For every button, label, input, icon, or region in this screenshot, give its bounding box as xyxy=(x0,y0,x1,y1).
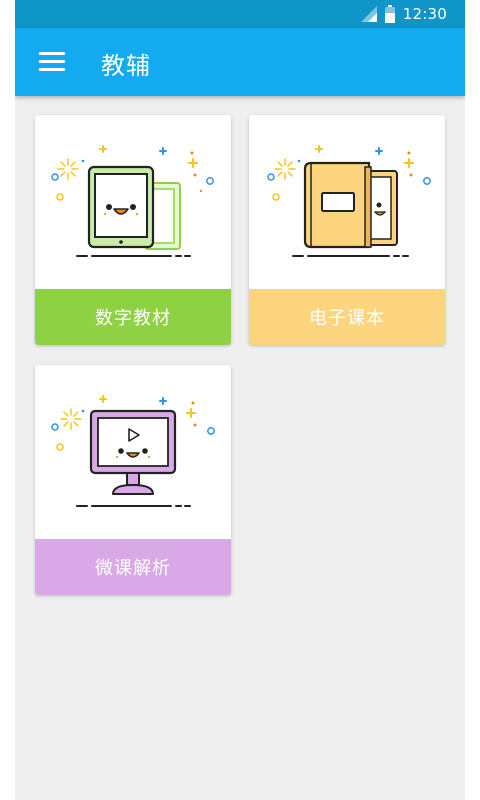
tablet-icon xyxy=(51,145,214,257)
battery-icon xyxy=(384,5,395,23)
app-window: 12:30 教辅 数字教材 电子课本 微课解析 xyxy=(15,0,465,800)
signal-icon xyxy=(360,6,377,22)
card-label: 微课解析 xyxy=(35,539,231,595)
status-bar: 12:30 xyxy=(15,0,465,28)
status-icons: 12:30 xyxy=(360,4,447,24)
book-icon xyxy=(267,145,431,257)
page-title: 教辅 xyxy=(101,52,151,80)
card-e-textbook[interactable]: 电子课本 xyxy=(249,115,445,345)
card-micro-lesson[interactable]: 微课解析 xyxy=(35,365,231,595)
monitor-play-icon xyxy=(51,395,215,507)
app-bar: 教辅 xyxy=(15,28,465,96)
card-label: 电子课本 xyxy=(249,289,445,345)
menu-icon[interactable] xyxy=(39,50,67,74)
card-label: 数字教材 xyxy=(35,289,231,345)
card-digital-textbook[interactable]: 数字教材 xyxy=(35,115,231,345)
status-time: 12:30 xyxy=(402,5,447,23)
